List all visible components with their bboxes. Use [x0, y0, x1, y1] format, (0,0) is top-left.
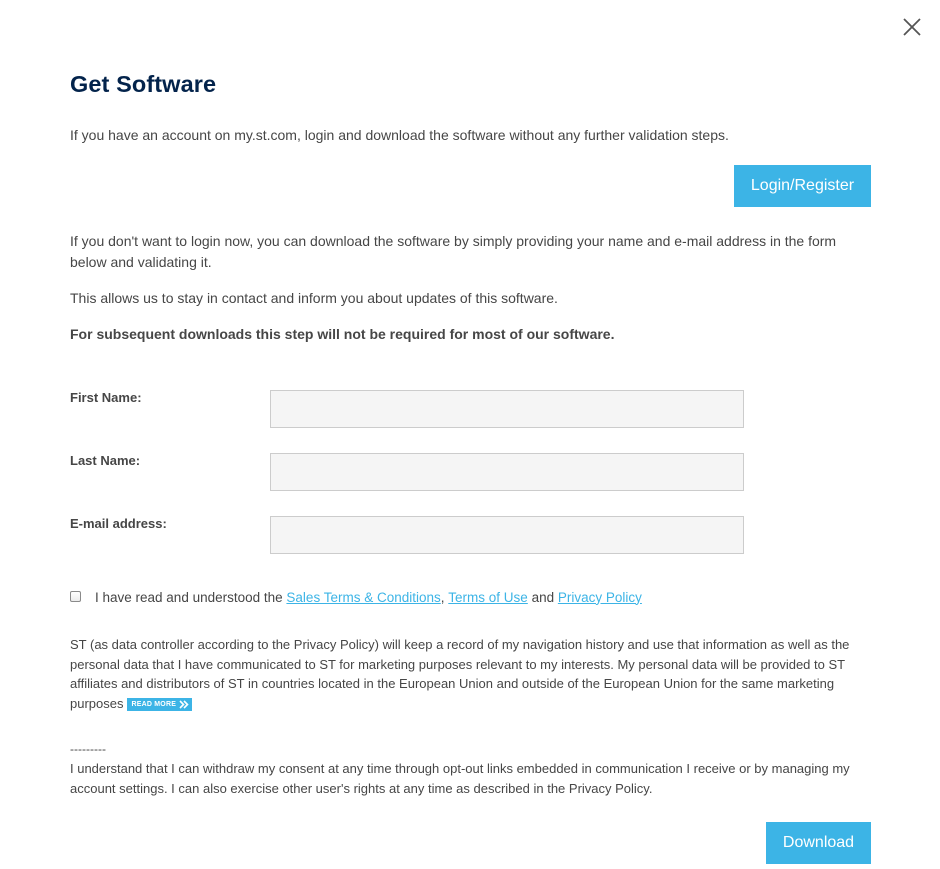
close-icon — [903, 18, 921, 36]
download-button[interactable]: Download — [766, 822, 871, 864]
withdraw-consent-text: I understand that I can withdraw my cons… — [70, 761, 850, 796]
separator-dashes: --------- — [70, 742, 106, 756]
close-button[interactable] — [900, 15, 924, 39]
contact-text: This allows us to stay in contact and in… — [70, 290, 558, 306]
read-more-button[interactable]: READ MORE — [127, 697, 193, 711]
dialog-title: Get Software — [70, 71, 217, 97]
last-name-label: Last Name: — [70, 453, 141, 468]
terms-of-use-link[interactable]: Terms of Use — [448, 590, 528, 605]
no-login-text: If you don't want to login now, you can … — [70, 233, 837, 270]
double-chevron-right-icon — [179, 699, 189, 709]
subsequent-downloads-text: For subsequent downloads this step will … — [70, 326, 615, 342]
consent-row: I have read and understood the Sales Ter… — [70, 587, 642, 607]
sales-terms-link[interactable]: Sales Terms & Conditions — [286, 590, 440, 605]
consent-prefix: I have read and understood the — [95, 589, 283, 605]
email-label: E-mail address: — [70, 516, 167, 531]
email-field[interactable] — [270, 516, 744, 554]
intro-text: If you have an account on my.st.com, log… — [70, 127, 729, 143]
login-register-button[interactable]: Login/Register — [734, 165, 871, 207]
read-more-label: READ MORE — [131, 700, 177, 708]
first-name-field[interactable] — [270, 390, 744, 428]
consent-checkbox[interactable] — [70, 590, 81, 602]
privacy-policy-link[interactable]: Privacy Policy — [558, 590, 642, 605]
first-name-label: First Name: — [70, 390, 142, 405]
last-name-field[interactable] — [270, 453, 744, 491]
data-controller-paragraph: ST (as data controller according to the … — [70, 635, 860, 713]
consent-and: and — [531, 589, 555, 605]
consent-comma: , — [440, 589, 445, 605]
